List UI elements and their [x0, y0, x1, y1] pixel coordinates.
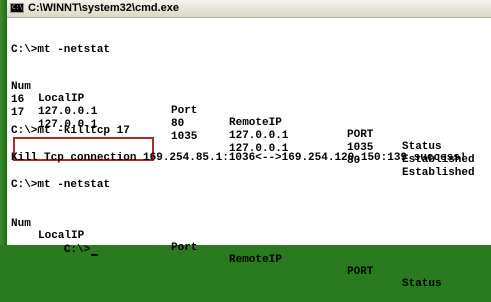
window-title: C:\WINNT\system32\cmd.exe — [28, 2, 179, 14]
console-app-icon[interactable]: C:\ — [10, 3, 24, 13]
console-output[interactable]: C:\>mt -netstat Num LocalIP Port RemoteI… — [7, 18, 491, 290]
header-remoteip: RemoteIP — [229, 254, 282, 266]
desktop-background-strip — [0, 0, 7, 245]
command-line-killtcp: C:\>mt -killtcp 17 — [11, 125, 130, 137]
cell-remoteip: 127.0.0.1 — [229, 130, 289, 142]
cell-port: 1035 — [171, 131, 198, 143]
header-status: Status — [402, 278, 442, 290]
console-icon-glyph: C:\ — [12, 4, 23, 11]
header-remoteip: RemoteIP — [229, 117, 282, 129]
header-remote-port: PORT — [347, 266, 374, 278]
prompt-text: C:\> — [63, 244, 91, 256]
header-remote-port: PORT — [347, 129, 374, 141]
text-cursor — [91, 254, 99, 256]
cell-port: 80 — [171, 118, 185, 130]
header-num: Num — [11, 218, 31, 230]
command-line-netstat-1: C:\>mt -netstat — [11, 44, 111, 56]
kill-result-message: Kill Tcp connection 169.254.85.1:1036<--… — [11, 152, 467, 164]
title-bar[interactable]: C:\ C:\WINNT\system32\cmd.exe — [7, 0, 491, 18]
header-port: Port — [171, 242, 198, 254]
command-prompt[interactable]: C:\> — [11, 232, 99, 268]
cell-status: Established — [402, 167, 475, 179]
cell-num: 17 — [11, 107, 25, 119]
command-line-netstat-2: C:\>mt -netstat — [11, 179, 111, 191]
header-port: Port — [171, 105, 198, 117]
desktop-frame: C:\ C:\WINNT\system32\cmd.exe C:\>mt -ne… — [0, 0, 491, 290]
cmd-window[interactable]: C:\ C:\WINNT\system32\cmd.exe C:\>mt -ne… — [7, 0, 491, 290]
